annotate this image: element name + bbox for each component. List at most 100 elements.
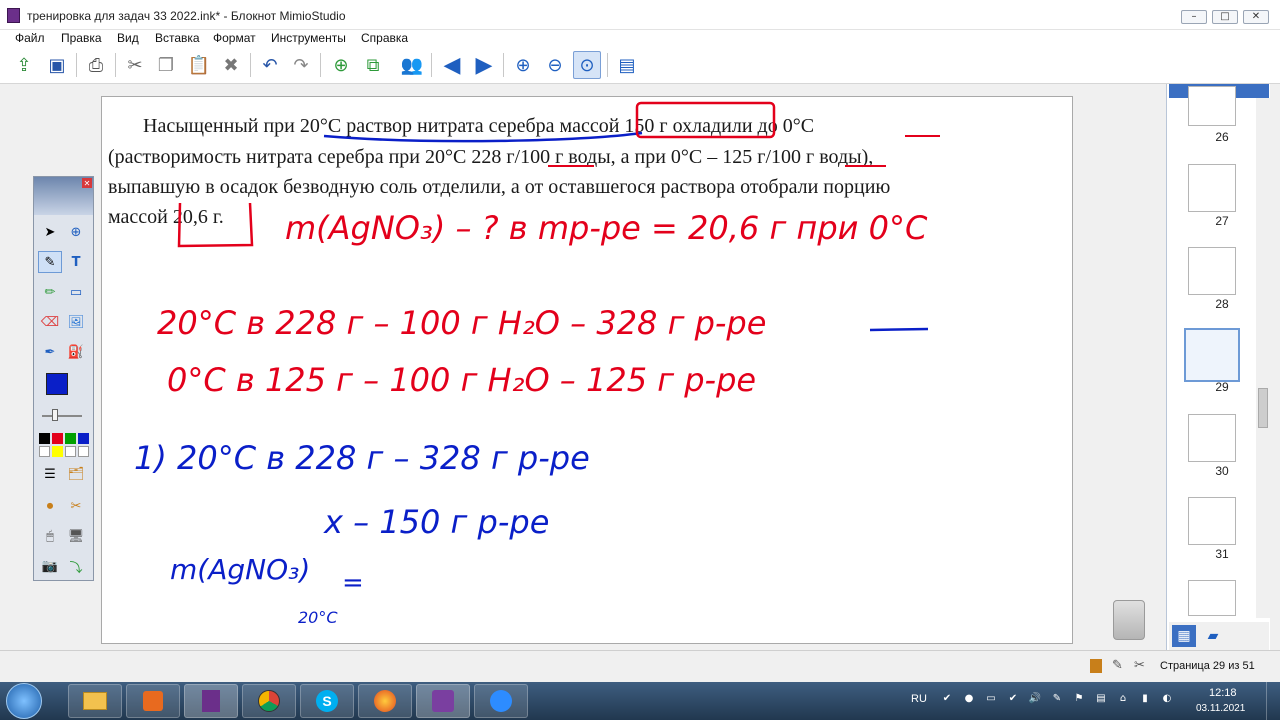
fill-icon[interactable]: ⛽: [64, 341, 88, 363]
menu-tools[interactable]: Инструменты: [271, 31, 346, 45]
notebook-page[interactable]: Насыщенный при 20°С раствор нитрата сере…: [101, 96, 1073, 644]
menu-insert[interactable]: Вставка: [155, 31, 200, 45]
volume-icon[interactable]: 🔊: [1028, 693, 1042, 707]
tools-extra-icon[interactable]: ✂: [64, 495, 88, 517]
tray-icon[interactable]: ▭: [984, 693, 998, 707]
eraser-icon[interactable]: ⌫: [38, 311, 62, 333]
firefox-icon[interactable]: [358, 684, 412, 718]
zoom-in-icon[interactable]: ⊕: [509, 51, 537, 79]
print-icon[interactable]: ⎙: [82, 51, 110, 79]
mouse-icon[interactable]: 🖱: [38, 525, 62, 547]
record-icon[interactable]: ⏺: [38, 495, 62, 517]
thumbnail-page[interactable]: [1188, 86, 1236, 126]
thickness-slider-thumb[interactable]: [52, 409, 58, 421]
thickness-slider-track[interactable]: [42, 415, 82, 417]
maximize-button[interactable]: □: [1212, 10, 1238, 24]
gallery-icon[interactable]: 🗂: [64, 463, 88, 485]
palette-white[interactable]: [39, 446, 50, 457]
highlighter-icon[interactable]: ✏: [38, 281, 62, 303]
start-button[interactable]: [6, 683, 42, 719]
tray-icon[interactable]: ▤: [1094, 693, 1108, 707]
prev-page-icon[interactable]: ◀: [438, 51, 466, 79]
window-title: тренировка для задач 33 2022.ink* - Блок…: [27, 9, 346, 23]
tray-icon[interactable]: ✎: [1050, 693, 1064, 707]
clock-time[interactable]: 12:18: [1209, 687, 1237, 699]
select-icon[interactable]: ➤: [38, 221, 62, 243]
tray-icon[interactable]: ✔: [940, 693, 954, 707]
tray-icon[interactable]: ◐: [1160, 693, 1174, 707]
file-explorer-icon[interactable]: [68, 684, 122, 718]
menu-format[interactable]: Формат: [213, 31, 256, 45]
menu-edit[interactable]: Правка: [61, 31, 102, 45]
copy-icon[interactable]: ❐: [152, 51, 180, 79]
menu-view[interactable]: Вид: [117, 31, 139, 45]
pen-tool-icon[interactable]: ✎: [38, 251, 62, 273]
camera-icon[interactable]: 📷: [38, 555, 62, 577]
image-tool-icon[interactable]: 🖼: [64, 311, 88, 333]
thumbnail-number: 30: [1215, 464, 1229, 478]
paste-icon[interactable]: 📋: [185, 51, 213, 79]
tray-icon[interactable]: ⌂: [1116, 693, 1130, 707]
tray-icon[interactable]: ●: [962, 693, 976, 707]
zoom-out-icon[interactable]: ⊖: [541, 51, 569, 79]
line-style-icon[interactable]: ☰: [38, 463, 62, 485]
pen-status-icon[interactable]: ✎: [1112, 658, 1123, 673]
tray-icon[interactable]: ✔: [1006, 693, 1020, 707]
undo-icon[interactable]: ↶: [256, 51, 284, 79]
show-desktop-button[interactable]: [1266, 682, 1280, 720]
duplicate-page-icon[interactable]: ⧉: [359, 51, 387, 79]
zoom-fit-icon[interactable]: ⊙: [573, 51, 601, 79]
gallery-tab-icon[interactable]: ▰: [1201, 625, 1225, 647]
minimize-button[interactable]: –: [1181, 10, 1207, 24]
network-icon[interactable]: ▮: [1138, 693, 1152, 707]
next-page-icon[interactable]: ▶: [470, 51, 498, 79]
shape-tool-icon[interactable]: ▭: [64, 281, 88, 303]
new-page-icon[interactable]: ⊕: [327, 51, 355, 79]
cut-icon[interactable]: ✂: [121, 51, 149, 79]
trash-icon[interactable]: [1113, 600, 1145, 640]
palette-red[interactable]: [52, 433, 63, 444]
scrollbar-thumb[interactable]: [1258, 388, 1268, 428]
desktop-icon[interactable]: 🖥: [64, 525, 88, 547]
thumbnail-page[interactable]: [1188, 580, 1236, 616]
text-tool-icon[interactable]: T: [64, 251, 88, 273]
export-icon[interactable]: ⤵: [64, 555, 88, 577]
zoom-icon[interactable]: [474, 684, 528, 718]
menu-file[interactable]: Файл: [15, 31, 45, 45]
tools-status-icon[interactable]: ✂: [1134, 658, 1145, 673]
collaborate-icon[interactable]: 👥: [398, 51, 426, 79]
close-button[interactable]: ✕: [1243, 10, 1269, 24]
palette-black[interactable]: [39, 433, 50, 444]
tray-icon[interactable]: ⚑: [1072, 693, 1086, 707]
mimio-studio-icon[interactable]: [416, 684, 470, 718]
thumbnail-page-selected[interactable]: [1184, 328, 1240, 382]
palette-none[interactable]: [65, 446, 76, 457]
current-color-swatch[interactable]: [46, 373, 68, 395]
palette-green[interactable]: [65, 433, 76, 444]
zoom-tool-icon[interactable]: ⊕: [64, 221, 88, 243]
close-tools-icon[interactable]: ✕: [82, 178, 92, 188]
chrome-icon[interactable]: [242, 684, 296, 718]
save-icon[interactable]: ▣: [43, 51, 71, 79]
screen-icon[interactable]: ▤: [613, 51, 641, 79]
palette-custom[interactable]: [78, 446, 89, 457]
redo-icon[interactable]: ↷: [287, 51, 315, 79]
thumbnail-page[interactable]: [1188, 414, 1236, 462]
media-player-icon[interactable]: [126, 684, 180, 718]
dropper-icon[interactable]: ✒: [38, 341, 62, 363]
open-icon[interactable]: ⇪: [10, 51, 38, 79]
clock-date[interactable]: 03.11.2021: [1196, 703, 1245, 714]
mimio-notebook-icon[interactable]: [184, 684, 238, 718]
palette-yellow[interactable]: [52, 446, 63, 457]
thumbnail-page[interactable]: [1188, 497, 1236, 545]
palette-blue[interactable]: [78, 433, 89, 444]
thumbnail-page[interactable]: [1188, 247, 1236, 295]
delete-icon[interactable]: ✖: [217, 51, 245, 79]
menu-help[interactable]: Справка: [361, 31, 408, 45]
skype-icon[interactable]: S: [300, 684, 354, 718]
thumbnail-page[interactable]: [1188, 164, 1236, 212]
thumbnails-tab-icon[interactable]: ▦: [1172, 625, 1196, 647]
thumbnails-scrollbar[interactable]: [1256, 98, 1270, 618]
record-status-icon[interactable]: [1090, 659, 1102, 673]
language-indicator[interactable]: RU: [911, 693, 927, 705]
